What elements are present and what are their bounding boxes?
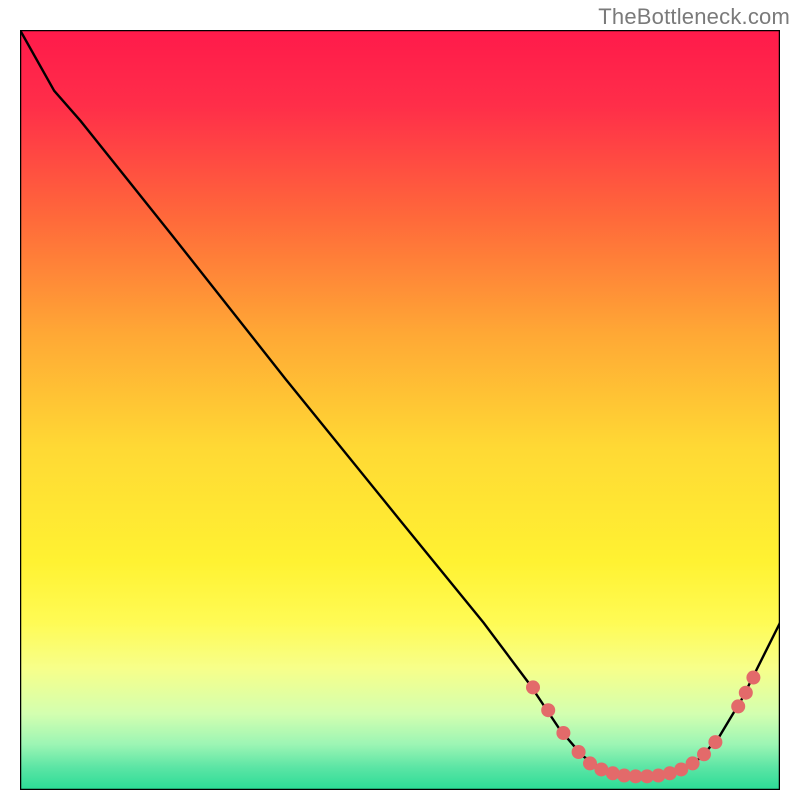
gradient-background xyxy=(20,30,780,790)
data-marker xyxy=(572,745,586,759)
data-marker xyxy=(686,756,700,770)
chart-container xyxy=(20,30,780,790)
data-marker xyxy=(526,680,540,694)
data-marker xyxy=(556,726,570,740)
attribution-text: TheBottleneck.com xyxy=(598,4,790,30)
bottleneck-curve-chart xyxy=(20,30,780,790)
data-marker xyxy=(697,747,711,761)
data-marker xyxy=(731,699,745,713)
data-marker xyxy=(708,735,722,749)
data-marker xyxy=(746,671,760,685)
data-marker xyxy=(541,703,555,717)
data-marker xyxy=(739,686,753,700)
